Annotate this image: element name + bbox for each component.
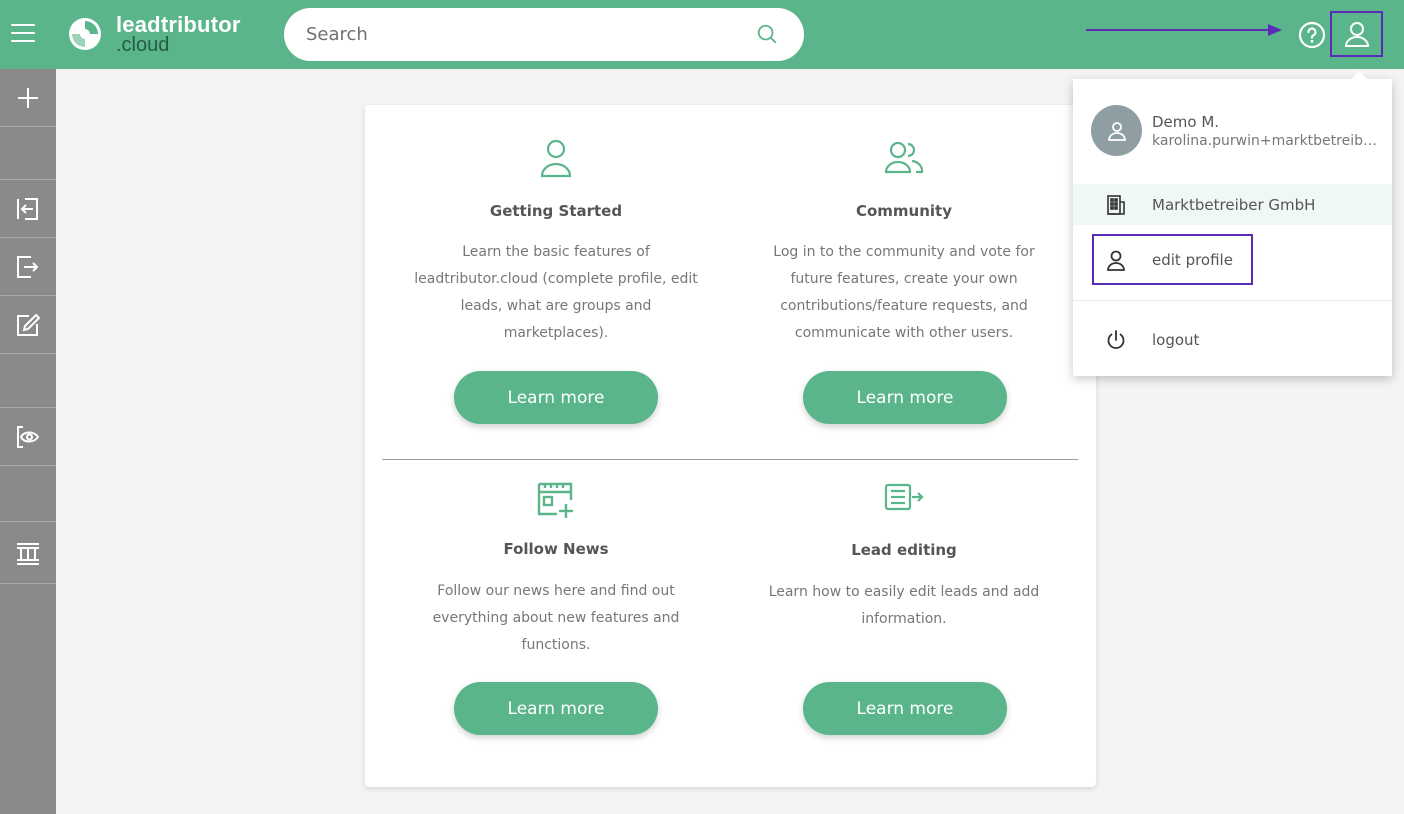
sidebar-item-view[interactable] (0, 408, 56, 466)
tile-description: Learn the basic features of leadtributor.… (414, 244, 698, 341)
sidebar-item-marketplace[interactable] (0, 522, 56, 584)
tile-title: Community (855, 202, 953, 220)
top-bar: leadtributor .cloud (0, 0, 1404, 69)
brand-domain: .cloud (116, 34, 170, 56)
search-bar (284, 8, 804, 61)
sidebar (0, 69, 56, 814)
tile-description: Learn how to easily edit leads and add in… (768, 584, 1040, 627)
annotation-arrow-icon (1086, 24, 1282, 36)
tile-getting-started: Getting Started Learn the basic features… (386, 136, 726, 347)
dropdown-divider (1073, 300, 1392, 301)
lead-edit-icon (884, 483, 924, 511)
marketplace-icon (17, 542, 39, 565)
help-icon[interactable] (1298, 21, 1326, 49)
user-icon (1107, 121, 1126, 141)
tile-lead-editing: Lead editing Learn how to easily edit le… (734, 478, 1074, 633)
logo[interactable]: leadtributor .cloud (68, 14, 241, 55)
avatar (1091, 105, 1142, 156)
tile-description: Follow our news here and find out everyth… (432, 583, 680, 653)
tile-community: Community Log in to the community and vo… (734, 136, 1074, 347)
user-menu-button[interactable] (1330, 11, 1383, 57)
user-email: karolina.purwin+marktbetreiber@leadtribu… (1152, 133, 1377, 149)
news-icon (537, 482, 573, 518)
user-dropdown: Demo M. karolina.purwin+marktbetreiber@l… (1073, 71, 1392, 376)
sidebar-spacer (0, 127, 56, 180)
sidebar-item-export[interactable] (0, 238, 56, 296)
plus-icon (18, 87, 38, 108)
sidebar-item-add[interactable] (0, 69, 56, 127)
tile-title: Getting Started (489, 202, 623, 220)
sidebar-spacer (0, 354, 56, 408)
sidebar-item-edit[interactable] (0, 296, 56, 354)
sidebar-item-import[interactable] (0, 180, 56, 238)
follow-news-learn-more-button[interactable]: Learn more (454, 682, 658, 735)
users-icon (884, 141, 924, 174)
power-icon (1107, 330, 1125, 349)
sign-in-icon (17, 197, 38, 220)
lead-editing-learn-more-button[interactable]: Learn more (803, 682, 1007, 735)
eye-icon (17, 425, 40, 448)
edit-profile-highlight (1092, 234, 1253, 285)
tile-title: Follow News (503, 540, 609, 558)
logout-item[interactable]: logout (1073, 319, 1392, 361)
user-icon (540, 139, 572, 178)
divider (382, 459, 1078, 460)
company-label: Marktbetreiber GmbH (1152, 195, 1316, 214)
building-icon (1107, 194, 1125, 215)
sidebar-spacer (0, 466, 56, 522)
sign-out-icon (17, 255, 39, 278)
search-input[interactable] (284, 8, 744, 61)
logo-icon (69, 18, 101, 50)
logout-label: logout (1152, 331, 1200, 349)
help-card: Getting Started Learn the basic features… (365, 105, 1096, 787)
menu-icon[interactable] (11, 24, 35, 44)
tile-title: Lead editing (851, 541, 957, 559)
brand-name: leadtributor (116, 12, 241, 37)
company-item[interactable]: Marktbetreiber GmbH (1073, 184, 1392, 225)
tile-follow-news: Follow News Follow our news here and fin… (386, 478, 726, 659)
getting-started-learn-more-button[interactable]: Learn more (454, 371, 658, 424)
user-icon (1344, 22, 1369, 47)
edit-icon (17, 313, 41, 336)
community-learn-more-button[interactable]: Learn more (803, 371, 1007, 424)
user-name: Demo M. (1152, 113, 1220, 131)
search-icon[interactable] (756, 23, 778, 45)
tile-description: Log in to the community and vote for futu… (773, 244, 1035, 341)
